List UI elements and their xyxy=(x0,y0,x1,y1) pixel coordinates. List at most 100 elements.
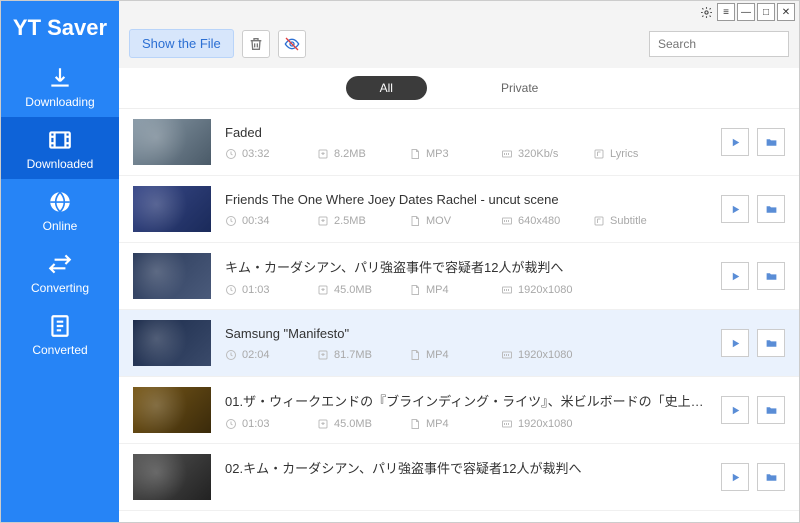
item-meta: 00:34 2.5MB MOV 640x480 Subtitle xyxy=(225,215,707,227)
format: MP4 xyxy=(409,418,501,430)
filesize: 2.5MB xyxy=(317,215,409,227)
list-item[interactable]: 02.キム・カーダシアン、パリ強盗事件で容疑者12人が裁判へ xyxy=(119,444,799,511)
play-icon xyxy=(729,337,742,350)
play-button[interactable] xyxy=(721,262,749,290)
item-title: 02.キム・カーダシアン、パリ強盗事件で容疑者12人が裁判へ xyxy=(225,458,707,477)
app-title: YT Saver xyxy=(1,1,119,55)
extra: Subtitle xyxy=(593,215,685,227)
hide-button[interactable] xyxy=(278,30,306,58)
format: MP4 xyxy=(409,284,501,296)
resolution: 640x480 xyxy=(501,215,593,227)
folder-icon xyxy=(765,270,778,283)
tab-all[interactable]: All xyxy=(346,76,427,100)
item-info: 01.ザ・ウィークエンドの『ブラインディング・ライツ』、米ビルボードの「史上最高… xyxy=(225,391,707,430)
play-button[interactable] xyxy=(721,195,749,223)
gear-icon[interactable] xyxy=(697,3,715,21)
sidebar-item-converting[interactable]: Converting xyxy=(1,241,119,303)
folder-button[interactable] xyxy=(757,195,785,223)
thumbnail xyxy=(133,186,211,232)
play-icon xyxy=(729,471,742,484)
globe-icon xyxy=(47,189,73,215)
thumbnail xyxy=(133,387,211,433)
list-item[interactable]: Faded 03:32 8.2MB MP3 320Kb/s Lyrics xyxy=(119,109,799,176)
eye-off-icon xyxy=(284,36,300,52)
download-list: Faded 03:32 8.2MB MP3 320Kb/s Lyrics Fri… xyxy=(119,109,799,522)
play-icon xyxy=(729,270,742,283)
filesize: 8.2MB xyxy=(317,148,409,160)
delete-button[interactable] xyxy=(242,30,270,58)
sidebar-item-downloading[interactable]: Downloading xyxy=(1,55,119,117)
item-actions xyxy=(721,329,785,357)
play-button[interactable] xyxy=(721,396,749,424)
sidebar-item-label: Converting xyxy=(31,281,89,295)
folder-button[interactable] xyxy=(757,396,785,424)
item-title: Samsung "Manifesto" xyxy=(225,326,707,341)
folder-button[interactable] xyxy=(757,463,785,491)
sidebar-item-online[interactable]: Online xyxy=(1,179,119,241)
folder-button[interactable] xyxy=(757,329,785,357)
list-item[interactable]: キム・カーダシアン、パリ強盗事件で容疑者12人が裁判へ 01:03 45.0MB… xyxy=(119,243,799,310)
item-actions xyxy=(721,262,785,290)
folder-icon xyxy=(765,337,778,350)
folder-button[interactable] xyxy=(757,262,785,290)
duration: 03:32 xyxy=(225,148,317,160)
menu-icon[interactable]: ≡ xyxy=(717,3,735,21)
item-actions xyxy=(721,463,785,491)
list-item[interactable]: Samsung "Manifesto" 02:04 81.7MB MP4 192… xyxy=(119,310,799,377)
item-info: 02.キム・カーダシアン、パリ強盗事件で容疑者12人が裁判へ xyxy=(225,458,707,497)
item-meta: 01:03 45.0MB MP4 1920x1080 xyxy=(225,284,707,296)
search-input[interactable] xyxy=(649,31,789,57)
toolbar: Show the File xyxy=(119,23,799,68)
sidebar-item-label: Downloading xyxy=(25,95,94,109)
duration: 01:03 xyxy=(225,418,317,430)
format: MOV xyxy=(409,215,501,227)
play-icon xyxy=(729,404,742,417)
item-meta: 03:32 8.2MB MP3 320Kb/s Lyrics xyxy=(225,148,707,160)
play-button[interactable] xyxy=(721,128,749,156)
download-icon xyxy=(47,65,73,91)
resolution: 1920x1080 xyxy=(501,418,593,430)
list-item[interactable]: Friends The One Where Joey Dates Rachel … xyxy=(119,176,799,243)
item-meta: 01:03 45.0MB MP4 1920x1080 xyxy=(225,418,707,430)
thumbnail xyxy=(133,320,211,366)
item-info: Faded 03:32 8.2MB MP3 320Kb/s Lyrics xyxy=(225,125,707,160)
play-button[interactable] xyxy=(721,463,749,491)
filesize: 81.7MB xyxy=(317,349,409,361)
folder-icon xyxy=(765,203,778,216)
item-info: Samsung "Manifesto" 02:04 81.7MB MP4 192… xyxy=(225,326,707,361)
duration: 01:03 xyxy=(225,284,317,296)
thumbnail xyxy=(133,454,211,500)
item-title: Faded xyxy=(225,125,707,140)
sidebar: YT Saver Downloading Downloaded Online C… xyxy=(1,1,119,522)
titlebar: ≡ — □ ✕ xyxy=(119,1,799,23)
play-icon xyxy=(729,203,742,216)
duration: 02:04 xyxy=(225,349,317,361)
show-file-button[interactable]: Show the File xyxy=(129,29,234,58)
resolution: 1920x1080 xyxy=(501,284,593,296)
tab-private[interactable]: Private xyxy=(467,76,572,100)
thumbnail xyxy=(133,253,211,299)
folder-icon xyxy=(765,136,778,149)
folder-button[interactable] xyxy=(757,128,785,156)
list-item[interactable]: 01.ザ・ウィークエンドの『ブラインディング・ライツ』、米ビルボードの「史上最高… xyxy=(119,377,799,444)
folder-icon xyxy=(765,471,778,484)
convert-icon xyxy=(47,251,73,277)
sidebar-item-label: Online xyxy=(43,219,78,233)
format: MP4 xyxy=(409,349,501,361)
item-actions xyxy=(721,195,785,223)
sidebar-item-label: Downloaded xyxy=(27,157,94,171)
item-meta: 02:04 81.7MB MP4 1920x1080 xyxy=(225,349,707,361)
play-button[interactable] xyxy=(721,329,749,357)
item-actions xyxy=(721,396,785,424)
extra: Lyrics xyxy=(593,148,685,160)
duration: 00:34 xyxy=(225,215,317,227)
sidebar-item-converted[interactable]: Converted xyxy=(1,303,119,365)
folder-icon xyxy=(765,404,778,417)
minimize-button[interactable]: — xyxy=(737,3,755,21)
item-info: Friends The One Where Joey Dates Rachel … xyxy=(225,192,707,227)
filter-tabs: All Private xyxy=(119,68,799,109)
close-button[interactable]: ✕ xyxy=(777,3,795,21)
item-title: 01.ザ・ウィークエンドの『ブラインディング・ライツ』、米ビルボードの「史上最高… xyxy=(225,391,707,410)
maximize-button[interactable]: □ xyxy=(757,3,775,21)
sidebar-item-downloaded[interactable]: Downloaded xyxy=(1,117,119,179)
